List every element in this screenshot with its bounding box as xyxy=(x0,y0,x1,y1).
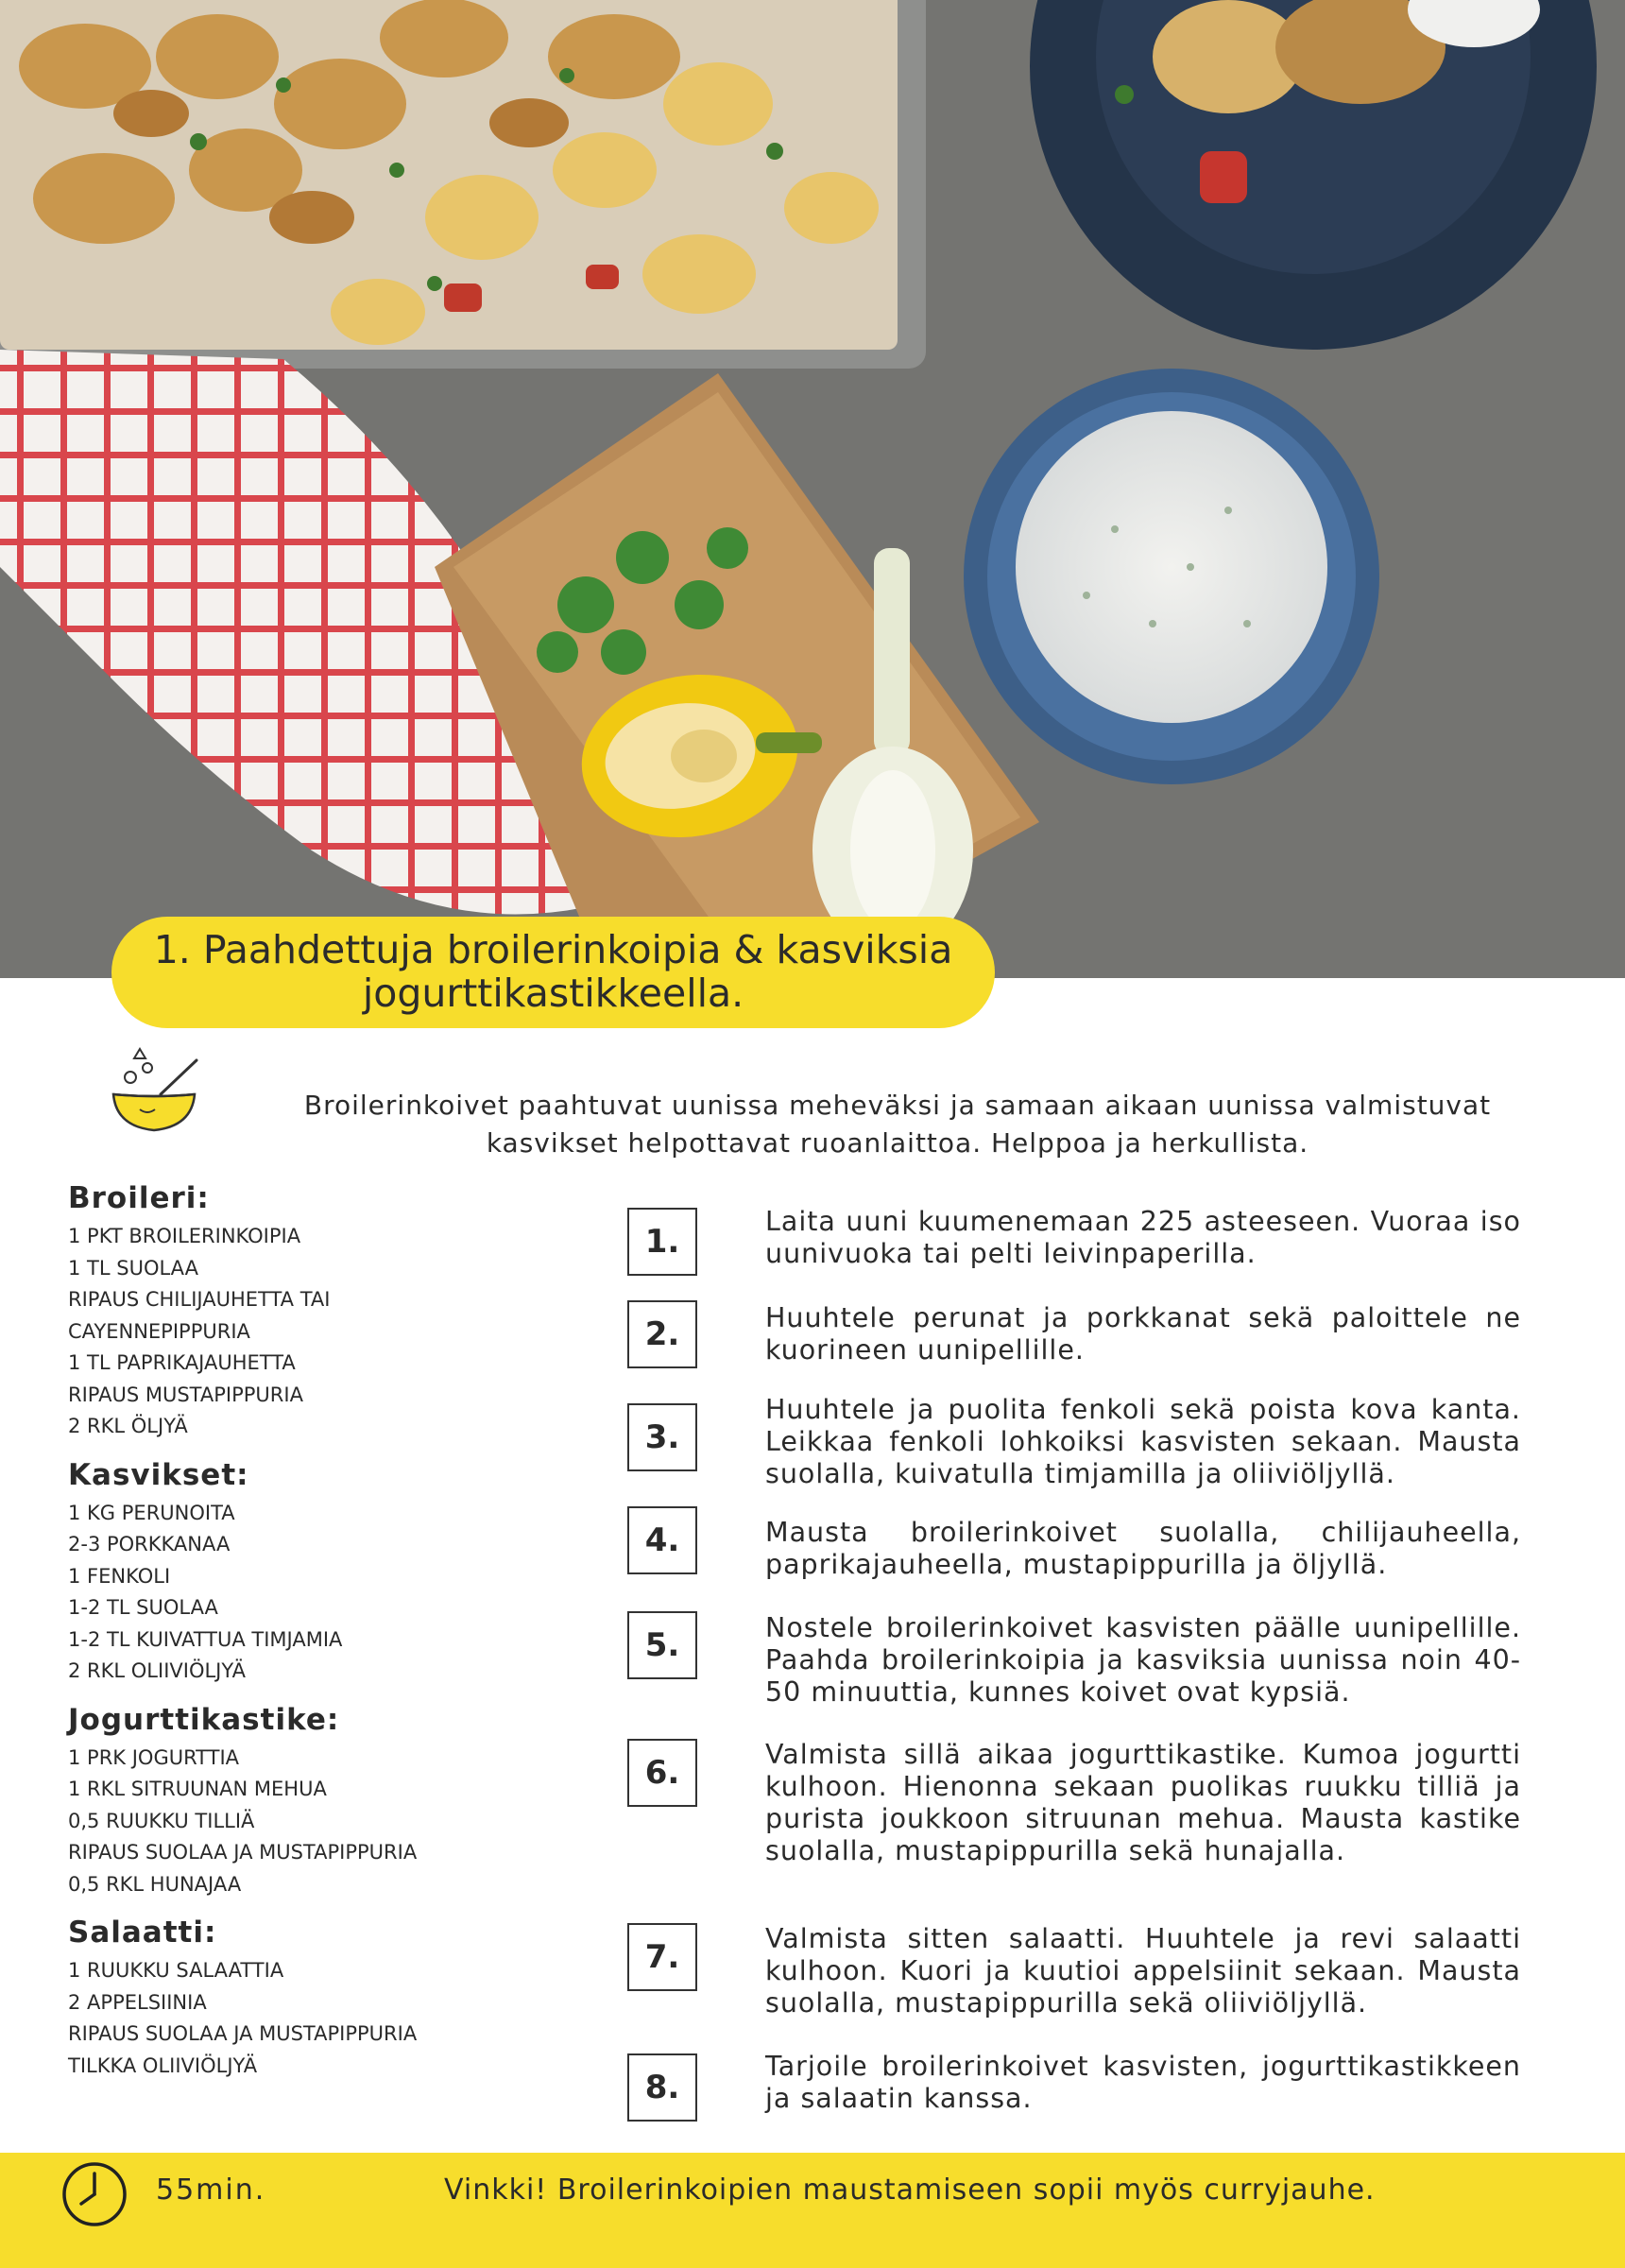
food-photo-illustration xyxy=(0,0,1625,978)
recipe-title-line2: jogurttikastikkeella. xyxy=(362,971,744,1016)
ingredient-group-heading: Kasvikset: xyxy=(68,1457,249,1492)
ingredient-group-heading: Broileri: xyxy=(68,1181,210,1215)
ingredient-item: 1 KG PERUNOITA xyxy=(68,1501,235,1524)
ingredient-item: RIPAUS MUSTAPIPPURIA xyxy=(68,1383,303,1406)
ingredient-group-salaatti: Salaatti: 1 RUUKKU SALAATTIA 2 APPELSIIN… xyxy=(68,1916,559,2082)
footer-bar xyxy=(0,2153,1625,2268)
ingredient-group-jogurttikastike: Jogurttikastike: 1 PRK JOGURTTIA 1 RKL S… xyxy=(68,1703,559,1901)
ingredient-item: CAYENNEPIPPURIA xyxy=(68,1319,250,1343)
ingredient-item: 1 PRK JOGURTTIA xyxy=(68,1745,240,1769)
ingredient-item: 1-2 TL KUIVATTUA TIMJAMIA xyxy=(68,1627,343,1651)
recipe-intro: Broilerinkoivet paahtuvat uunissa mehevä… xyxy=(303,1090,1492,1159)
step-number: 6. xyxy=(627,1739,697,1807)
recipe-tip: Vinkki! Broilerinkoipien maustamiseen so… xyxy=(444,2174,1376,2207)
step-text: Valmista sillä aikaa jogurttikastike. Ku… xyxy=(765,1739,1521,1866)
step-number: 4. xyxy=(627,1506,697,1574)
ingredient-item: 2 RKL OLIIVIÖLJYÄ xyxy=(68,1659,246,1682)
ingredient-item: 0,5 RKL HUNAJAA xyxy=(68,1872,242,1896)
ingredient-item: 1 FENKOLI xyxy=(68,1564,171,1588)
step-text: Nostele broilerinkoivet kasvisten päälle… xyxy=(765,1612,1521,1708)
step-number: 8. xyxy=(627,2053,697,2122)
step-number: 2. xyxy=(627,1300,697,1368)
step-number: 3. xyxy=(627,1403,697,1471)
ingredient-item: RIPAUS SUOLAA JA MUSTAPIPPURIA xyxy=(68,1841,418,1864)
ingredients-list: Broileri: 1 PKT BROILERINKOIPIA 1 TL SUO… xyxy=(68,1181,559,2097)
ingredient-group-heading: Salaatti: xyxy=(68,1916,217,1950)
step-text: Laita uuni kuumenemaan 225 asteeseen. Vu… xyxy=(765,1206,1521,1269)
cooking-time: 55min. xyxy=(156,2174,266,2207)
chef-mixing-bowl-icon xyxy=(111,1047,198,1132)
ingredient-item: 1 TL SUOLAA xyxy=(68,1256,198,1280)
ingredient-item: 1 TL PAPRIKAJAUHETTA xyxy=(68,1351,296,1374)
step-number: 7. xyxy=(627,1923,697,1991)
clock-icon xyxy=(62,2162,127,2226)
step-text: Tarjoile broilerinkoivet kasvisten, jogu… xyxy=(765,2051,1521,2114)
ingredient-item: RIPAUS SUOLAA JA MUSTAPIPPURIA xyxy=(68,2022,418,2045)
step-number: 5. xyxy=(627,1611,697,1679)
ingredient-item: 2 APPELSIINIA xyxy=(68,1990,207,2014)
ingredient-group-kasvikset: Kasvikset: 1 KG PERUNOITA 2-3 PORKKANAA … xyxy=(68,1458,559,1688)
step-text: Valmista sitten salaatti. Huuhtele ja re… xyxy=(765,1923,1521,2019)
ingredient-item: 1-2 TL SUOLAA xyxy=(68,1596,218,1619)
step-text: Huuhtele ja puolita fenkoli sekä poista … xyxy=(765,1394,1521,1489)
ingredient-item: 2-3 PORKKANAA xyxy=(68,1533,231,1555)
ingredient-item: RIPAUS CHILIJAUHETTA TAI xyxy=(68,1288,331,1311)
ingredient-item: TILKKA OLIIVIÖLJYÄ xyxy=(68,2053,258,2077)
ingredient-item: 0,5 RUUKKU TILLIÄ xyxy=(68,1809,255,1832)
step-text: Mausta broilerinkoivet suolalla, chilija… xyxy=(765,1517,1521,1580)
ingredient-group-heading: Jogurttikastike: xyxy=(68,1702,340,1737)
recipe-title: 1. Paahdettuja broilerinkoipia & kasviks… xyxy=(111,917,995,1028)
ingredient-item: 1 RUUKKU SALAATTIA xyxy=(68,1959,284,1982)
step-number: 1. xyxy=(627,1208,697,1276)
ingredient-group-broileri: Broileri: 1 PKT BROILERINKOIPIA 1 TL SUO… xyxy=(68,1181,559,1443)
ingredient-item: 1 RKL SITRUUNAN MEHUA xyxy=(68,1778,327,1800)
recipe-title-line1: 1. Paahdettuja broilerinkoipia & kasviks… xyxy=(153,927,953,972)
step-text: Huuhtele perunat ja porkkanat sekä paloi… xyxy=(765,1302,1521,1366)
ingredient-item: 1 PKT BROILERINKOIPIA xyxy=(68,1225,301,1247)
hero-food-photo xyxy=(0,0,1625,978)
ingredient-item: 2 RKL ÖLJYÄ xyxy=(68,1415,188,1437)
